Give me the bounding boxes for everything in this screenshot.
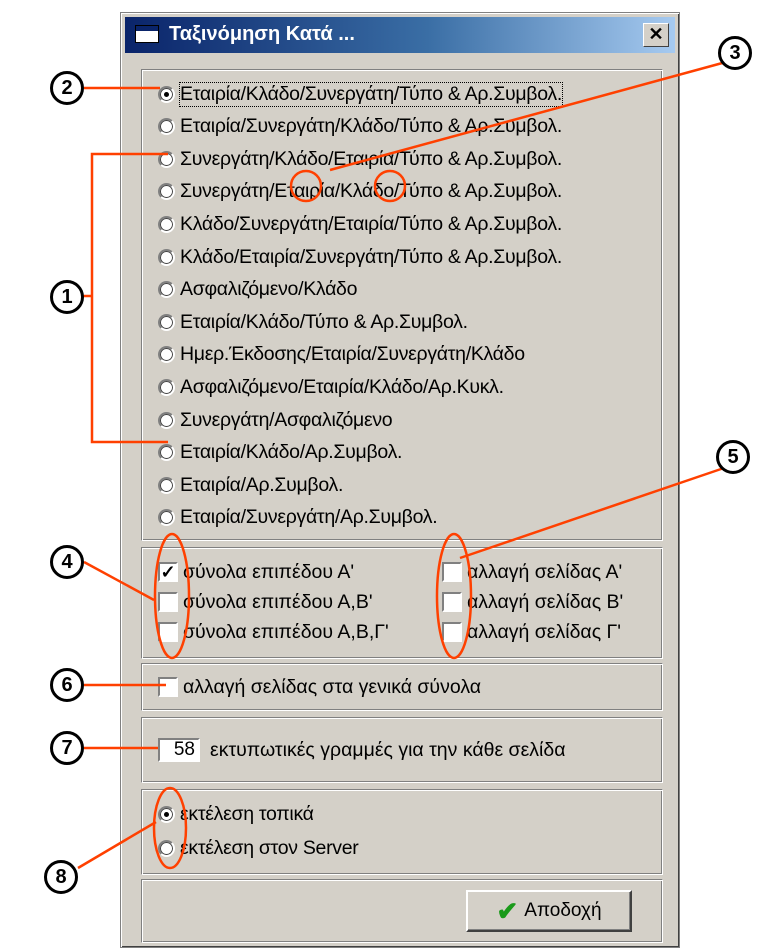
callout-4-line (83, 560, 155, 602)
callout-1: 1 (50, 280, 84, 314)
callout-7: 7 (50, 731, 84, 765)
callout-5: 5 (716, 440, 750, 474)
callout-8: 8 (44, 860, 78, 894)
callout-5-line (459, 466, 725, 560)
callout-8-line (77, 820, 157, 870)
callout-4: 4 (50, 545, 84, 579)
callout-6: 6 (50, 668, 84, 702)
callout-2: 2 (50, 71, 84, 105)
callout-3: 3 (718, 36, 752, 70)
callout-8-ellipse (152, 786, 188, 870)
callout-4-ellipse (153, 532, 191, 660)
callout-3-mark-a (289, 169, 323, 203)
callout-3-mark-b (373, 169, 407, 203)
annotation-overlay (66, 60, 727, 870)
callout-5-ellipse (435, 532, 473, 660)
callout-3-line (329, 60, 727, 172)
callout-1-bracket (90, 152, 168, 444)
callout-lines (66, 60, 727, 870)
